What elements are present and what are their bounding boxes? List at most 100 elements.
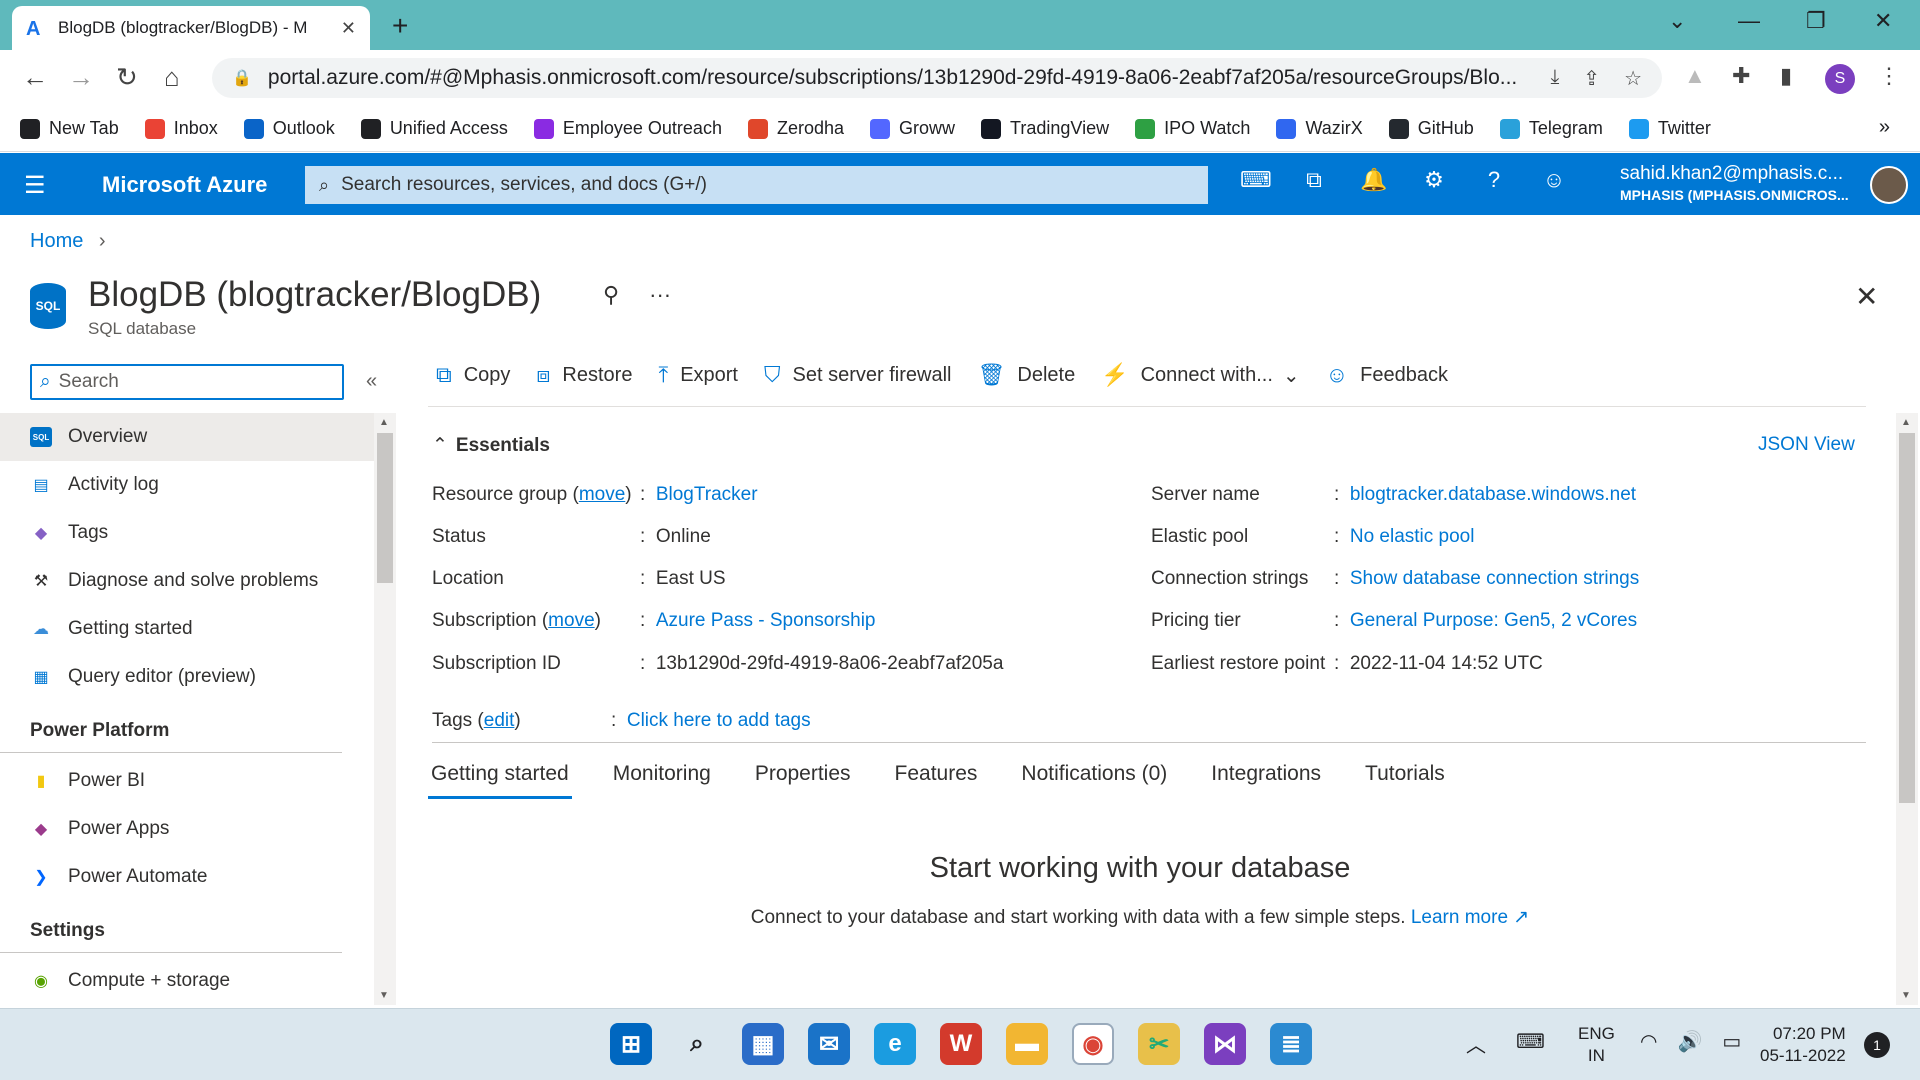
bookmark-item[interactable]: WazirX	[1276, 118, 1363, 139]
more-bookmarks-icon[interactable]: »	[1879, 116, 1890, 139]
notification-badge[interactable]: 1	[1864, 1032, 1890, 1058]
snipping-tool-icon[interactable]: ✂	[1138, 1023, 1180, 1065]
delete-button[interactable]: 🗑 Delete	[977, 362, 1075, 388]
connect-with-button[interactable]: ⚡ Connect with... ⌄	[1101, 362, 1299, 388]
restore-window-button[interactable]: ❐	[1806, 8, 1826, 34]
move-subscription-link[interactable]: move	[548, 610, 594, 632]
bookmark-item[interactable]: Employee Outreach	[533, 118, 722, 139]
notepad-icon[interactable]: ≣	[1270, 1023, 1312, 1065]
mail-icon[interactable]: ✉	[808, 1023, 850, 1065]
url-text[interactable]: portal.azure.com/#@Mphasis.onmicrosoft.c…	[268, 66, 1531, 90]
edit-tags-link[interactable]: edit	[484, 710, 515, 732]
volume-icon[interactable]: 🔊	[1677, 1029, 1702, 1054]
menu-item-overview[interactable]: SQL Overview	[0, 413, 374, 461]
close-blade-icon[interactable]: ✕	[1855, 280, 1878, 313]
menu-item-power-apps[interactable]: ◆ Power Apps	[0, 805, 374, 853]
copy-button[interactable]: ⧉ Copy	[436, 362, 510, 388]
chrome-menu-icon[interactable]: ⋮	[1878, 63, 1900, 89]
move-resource-group-link[interactable]: move	[579, 484, 625, 506]
browser-tab[interactable]: A BlogDB (blogtracker/BlogDB) - M ✕	[12, 6, 370, 50]
extension-icon[interactable]: ▲	[1684, 63, 1706, 89]
profile-avatar[interactable]: S	[1825, 64, 1855, 94]
connection-strings-link[interactable]: Show database connection strings	[1350, 568, 1639, 590]
forward-button[interactable]: →	[68, 62, 94, 93]
tab-integrations[interactable]: Integrations	[1208, 760, 1324, 799]
elastic-pool-link[interactable]: No elastic pool	[1350, 526, 1475, 548]
feedback-button[interactable]: ☺ Feedback	[1326, 362, 1448, 388]
menu-item-compute-storage[interactable]: ◉ Compute + storage	[0, 957, 374, 1005]
menu-item-power-bi[interactable]: ▮ Power BI	[0, 757, 374, 805]
menu-item-tags[interactable]: ◆ Tags	[0, 509, 374, 557]
feedback-icon[interactable]: ☺	[1540, 167, 1568, 193]
side-panel-icon[interactable]: ▮	[1780, 63, 1792, 89]
settings-gear-icon[interactable]: ⚙	[1420, 167, 1448, 193]
back-button[interactable]: ←	[22, 62, 48, 93]
menu-item-diagnose-and-solve-problems[interactable]: ⚒ Diagnose and solve problems	[0, 557, 374, 605]
clock[interactable]: 07:20 PM 05-11-2022	[1760, 1023, 1846, 1067]
server-name-link[interactable]: blogtracker.database.windows.net	[1350, 484, 1636, 506]
bookmark-item[interactable]: Outlook	[243, 118, 335, 139]
resource-group-link[interactable]: BlogTracker	[656, 484, 758, 506]
json-view-link[interactable]: JSON View	[1758, 434, 1855, 456]
minimize-button[interactable]: —	[1738, 8, 1760, 34]
bookmark-item[interactable]: Zerodha	[747, 118, 844, 139]
tab-getting-started[interactable]: Getting started	[428, 760, 572, 799]
directory-filter-icon[interactable]: ⧉	[1300, 167, 1328, 193]
essentials-toggle[interactable]: ⌃ Essentials	[432, 434, 550, 457]
set-server-firewall-button[interactable]: ⛉ Set server firewall	[764, 362, 951, 388]
visual-studio-icon[interactable]: ⋈	[1204, 1023, 1246, 1065]
collapse-menu-icon[interactable]: «	[366, 370, 377, 393]
chrome-icon[interactable]: ◉	[1072, 1023, 1114, 1065]
azure-brand[interactable]: Microsoft Azure	[102, 172, 267, 198]
tab-search-icon[interactable]: ⌄	[1668, 8, 1686, 34]
help-icon[interactable]: ?	[1480, 167, 1508, 193]
portal-menu-icon[interactable]: ☰	[24, 171, 46, 200]
store-icon[interactable]: ▦	[742, 1023, 784, 1065]
notifications-bell-icon[interactable]: 🔔	[1360, 167, 1388, 193]
tab-tutorials[interactable]: Tutorials	[1362, 760, 1448, 799]
tab-monitoring[interactable]: Monitoring	[610, 760, 714, 799]
cloud-shell-icon[interactable]: ⌨	[1240, 167, 1272, 193]
wifi-icon[interactable]: ◠	[1640, 1029, 1657, 1054]
search-icon[interactable]: ⌕	[676, 1023, 718, 1065]
keyboard-icon[interactable]: ⌨	[1516, 1029, 1545, 1058]
pricing-tier-link[interactable]: General Purpose: Gen5, 2 vCores	[1350, 610, 1637, 632]
share-icon[interactable]: ⇪	[1583, 66, 1600, 91]
menu-item-getting-started[interactable]: ☁ Getting started	[0, 605, 374, 653]
learn-more-link[interactable]: Learn more ↗	[1411, 907, 1529, 928]
tab-notifications-0[interactable]: Notifications (0)	[1018, 760, 1170, 799]
bookmark-star-icon[interactable]: ☆	[1624, 66, 1642, 91]
more-options-icon[interactable]: ···	[649, 282, 671, 308]
subscription-link[interactable]: Azure Pass - Sponsorship	[656, 610, 876, 632]
user-avatar[interactable]	[1870, 166, 1908, 204]
add-tags-link[interactable]: Click here to add tags	[627, 710, 811, 732]
bookmark-item[interactable]: Twitter	[1628, 118, 1711, 139]
tab-properties[interactable]: Properties	[752, 760, 854, 799]
account-info[interactable]: sahid.khan2@mphasis.c... MPHASIS (MPHASI…	[1620, 163, 1849, 203]
bookmark-item[interactable]: Telegram	[1499, 118, 1603, 139]
tab-features[interactable]: Features	[892, 760, 981, 799]
breadcrumb-home-link[interactable]: Home	[30, 230, 83, 252]
global-search-input[interactable]: ⌕ Search resources, services, and docs (…	[305, 166, 1208, 204]
home-button[interactable]: ⌂	[164, 62, 180, 93]
bookmark-item[interactable]: TradingView	[981, 118, 1109, 139]
windows-start-icon[interactable]: ⊞	[610, 1023, 652, 1065]
extensions-puzzle-icon[interactable]: ✚	[1732, 63, 1750, 89]
pin-icon[interactable]: ⚲	[603, 282, 619, 308]
export-button[interactable]: ⤒ Export	[658, 362, 738, 388]
reload-button[interactable]: ↻	[116, 62, 138, 93]
close-window-button[interactable]: ✕	[1874, 8, 1892, 34]
input-language[interactable]: ENG IN	[1578, 1023, 1615, 1067]
new-tab-button[interactable]: +	[392, 10, 408, 42]
close-tab-icon[interactable]: ✕	[341, 18, 356, 39]
bookmark-item[interactable]: New Tab	[20, 118, 119, 139]
battery-icon[interactable]: ▭	[1722, 1029, 1741, 1054]
bookmark-item[interactable]: GitHub	[1388, 118, 1474, 139]
bookmark-item[interactable]: Groww	[870, 118, 955, 139]
bookmark-item[interactable]: IPO Watch	[1135, 118, 1250, 139]
edge-icon[interactable]: e	[874, 1023, 916, 1065]
restore-button[interactable]: ⧈ Restore	[536, 362, 632, 388]
bookmark-item[interactable]: Inbox	[144, 118, 218, 139]
bookmark-item[interactable]: Unified Access	[360, 118, 508, 139]
file-explorer-icon[interactable]: ▬	[1006, 1023, 1048, 1065]
